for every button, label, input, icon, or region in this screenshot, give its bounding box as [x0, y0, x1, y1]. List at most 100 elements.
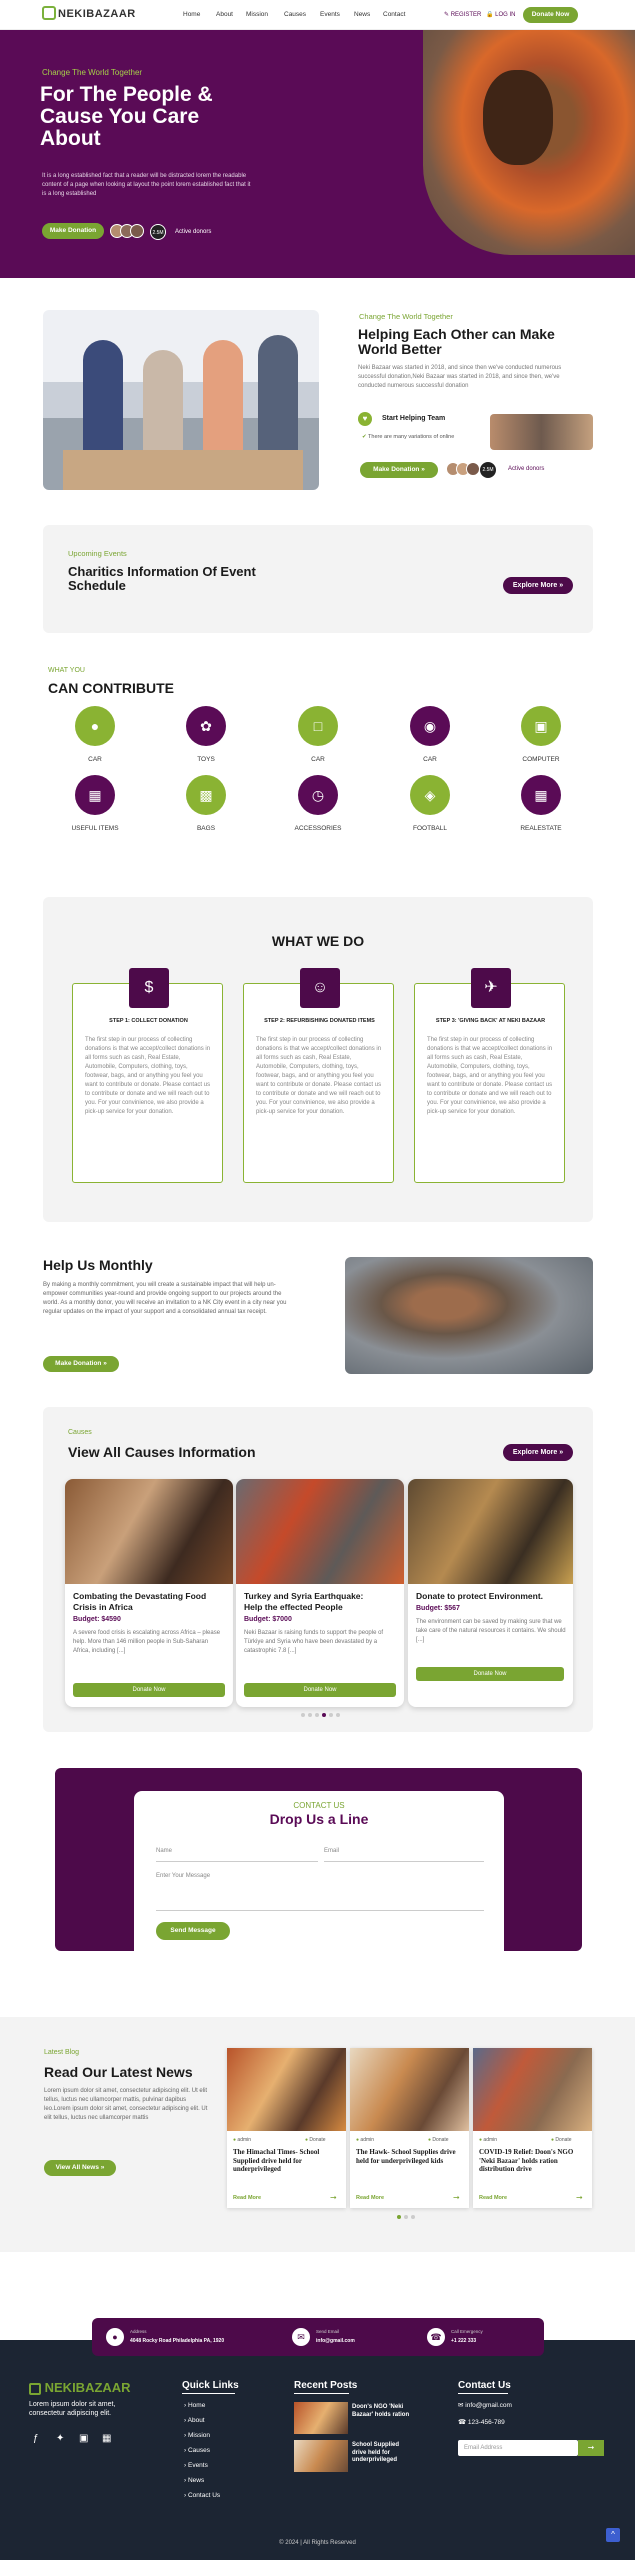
cause-donate-button[interactable]: Donate Now — [244, 1683, 396, 1697]
contribute-item-bags[interactable]: ▩ — [186, 775, 226, 815]
login-link[interactable]: 🔒 LOG IN — [486, 11, 515, 18]
step-body: The first step in our process of collect… — [85, 1037, 211, 1115]
nav-causes[interactable]: Causes — [284, 11, 306, 18]
footer-email[interactable]: ✉ info@gmail.com — [458, 2401, 512, 2409]
read-more-link[interactable]: Read More — [356, 2195, 384, 2201]
nav-news[interactable]: News — [354, 11, 370, 18]
contribute-item-football[interactable]: ◈ — [410, 775, 450, 815]
cause-donate-button[interactable]: Donate Now — [73, 1683, 225, 1697]
news-card-title[interactable]: COVID-19 Relief: Doon's NGO 'Neki Bazaar… — [479, 2148, 587, 2174]
arrow-right-icon[interactable]: ➞ — [330, 2193, 337, 2202]
footer-phone[interactable]: ☎ 123-456-789 — [458, 2418, 505, 2426]
footer-tagline: Lorem ipsum dolor sit amet, consectetur … — [29, 2401, 116, 2417]
footer-link[interactable]: › Mission — [184, 2432, 210, 2439]
carousel-dot[interactable] — [301, 1713, 305, 1717]
site-logo[interactable]: NEKIBAZAAR — [42, 6, 136, 21]
recent-post-thumbnail[interactable] — [294, 2402, 348, 2434]
hero-image — [423, 30, 635, 255]
logo-icon — [42, 6, 56, 20]
recent-post-title[interactable]: Doon's NGO 'Neki Bazaar' holds ration — [352, 2404, 412, 2419]
contribute-item-useful-items[interactable]: ▦ — [75, 775, 115, 815]
header-donate-button[interactable]: Donate Now — [523, 7, 578, 23]
mail-icon: ✉ — [458, 2402, 464, 2409]
contribute-item-realestate[interactable]: ▦ — [521, 775, 561, 815]
cause-title: Combating the Devastating Food Crisis in … — [73, 1591, 228, 1613]
contact-section: CONTACT US Drop Us a Line Name Email Ent… — [55, 1768, 582, 1962]
carousel-dot-active[interactable] — [397, 2215, 401, 2219]
causes-explore-button[interactable]: Explore More » — [503, 1444, 573, 1461]
contribute-item-accessories[interactable]: ◷ — [298, 775, 338, 815]
nav-events[interactable]: Events — [320, 11, 340, 18]
step-body: The first step in our process of collect… — [427, 1037, 553, 1115]
carousel-dot[interactable] — [404, 2215, 408, 2219]
footer-link[interactable]: › Causes — [184, 2447, 210, 2454]
carousel-dot[interactable] — [315, 1713, 319, 1717]
nav-contact[interactable]: Contact — [383, 11, 405, 18]
read-more-link[interactable]: Read More — [233, 2195, 261, 2201]
cause-donate-button[interactable]: Donate Now — [416, 1667, 564, 1681]
contribute-item-car-2[interactable]: ◉ — [410, 706, 450, 746]
monthly-donate-button[interactable]: Make Donation » — [43, 1356, 119, 1372]
cause-title-line: Help the effected People — [244, 1602, 343, 1612]
news-card-title[interactable]: The Himachal Times- School Supplied driv… — [233, 2148, 341, 2174]
carousel-dot-active[interactable] — [322, 1713, 326, 1717]
cause-image — [408, 1479, 573, 1584]
recent-post-thumbnail[interactable] — [294, 2440, 348, 2472]
footer-link[interactable]: › About — [184, 2417, 205, 2424]
twitter-icon[interactable]: ✦ — [56, 2433, 64, 2444]
recent-post-title[interactable]: School Supplied drive held for underpriv… — [352, 2442, 412, 2465]
contribute-item-toys[interactable]: ✿ — [186, 706, 226, 746]
footer-link[interactable]: › Events — [184, 2462, 208, 2469]
footer-link[interactable]: › Contact Us — [184, 2492, 220, 2499]
news-category: ● Donate — [305, 2137, 326, 2143]
footer-link-text: Mission — [187, 2432, 211, 2439]
monthly-body: By making a monthly commitment, you will… — [43, 1282, 287, 1315]
contribute-item-car[interactable]: ● — [75, 706, 115, 746]
news-author: ● admin — [356, 2137, 374, 2143]
footer-link[interactable]: › News — [184, 2477, 204, 2484]
send-message-button[interactable]: Send Message — [156, 1922, 230, 1940]
arrow-right-icon[interactable]: ➞ — [453, 2193, 460, 2202]
register-link[interactable]: ✎ REGISTER — [444, 11, 481, 18]
footer-link-text: About — [187, 2417, 205, 2424]
read-more-link[interactable]: Read More — [479, 2195, 507, 2201]
cause-card: Combating the Devastating Food Crisis in … — [65, 1479, 233, 1707]
email-field[interactable]: Email — [324, 1848, 484, 1862]
carousel-dot[interactable] — [411, 2215, 415, 2219]
phone-label: Call Emergency — [451, 2329, 483, 2334]
carousel-dot[interactable] — [308, 1713, 312, 1717]
footer-email-text: info@gmail.com — [465, 2402, 512, 2409]
events-explore-button[interactable]: Explore More » — [503, 577, 573, 594]
footer-logo[interactable]: NEKIBAZAAR — [29, 2380, 131, 2395]
nav-mission[interactable]: Mission — [246, 11, 268, 18]
what-we-do-title: WHAT WE DO — [271, 933, 365, 949]
toy-icon: ✿ — [200, 718, 212, 734]
cause-title: Turkey and Syria Earthquake: Help the eff… — [244, 1591, 399, 1613]
footer-link[interactable]: › Home — [184, 2402, 205, 2409]
newsletter-email-input[interactable]: Email Address — [458, 2440, 578, 2456]
arrow-right-icon[interactable]: ➞ — [576, 2193, 583, 2202]
team-label: Start Helping Team — [382, 415, 446, 422]
nav-about[interactable]: About — [216, 11, 233, 18]
name-field[interactable]: Name — [156, 1848, 318, 1862]
news-card-title[interactable]: The Hawk- School Supplies drive held for… — [356, 2148, 464, 2165]
view-all-news-button[interactable]: View All News » — [44, 2160, 116, 2176]
contribute-item-computer[interactable]: ▣ — [521, 706, 561, 746]
about-donate-label: Make Donation — [373, 466, 420, 473]
linkedin-icon[interactable]: ▦ — [102, 2433, 111, 2444]
carousel-dot[interactable] — [329, 1713, 333, 1717]
scroll-top-button[interactable]: ^ — [606, 2528, 620, 2542]
hero-donate-button[interactable]: Make Donation — [42, 223, 104, 239]
instagram-icon[interactable]: ▣ — [79, 2433, 88, 2444]
about-donate-button[interactable]: Make Donation » — [360, 462, 438, 478]
contribute-item-cash[interactable]: □ — [298, 706, 338, 746]
contribute-label: CAR — [88, 756, 102, 763]
laptop-icon: ▣ — [534, 718, 548, 734]
newsletter-submit-button[interactable]: ➞ — [578, 2440, 604, 2456]
message-field[interactable]: Enter Your Message — [156, 1873, 484, 1911]
email-value[interactable]: info@gmail.com — [316, 2338, 355, 2344]
phone-value[interactable]: +1 222 333 — [451, 2338, 476, 2344]
facebook-icon[interactable]: ƒ — [33, 2433, 39, 2444]
carousel-dot[interactable] — [336, 1713, 340, 1717]
nav-home[interactable]: Home — [183, 11, 200, 18]
